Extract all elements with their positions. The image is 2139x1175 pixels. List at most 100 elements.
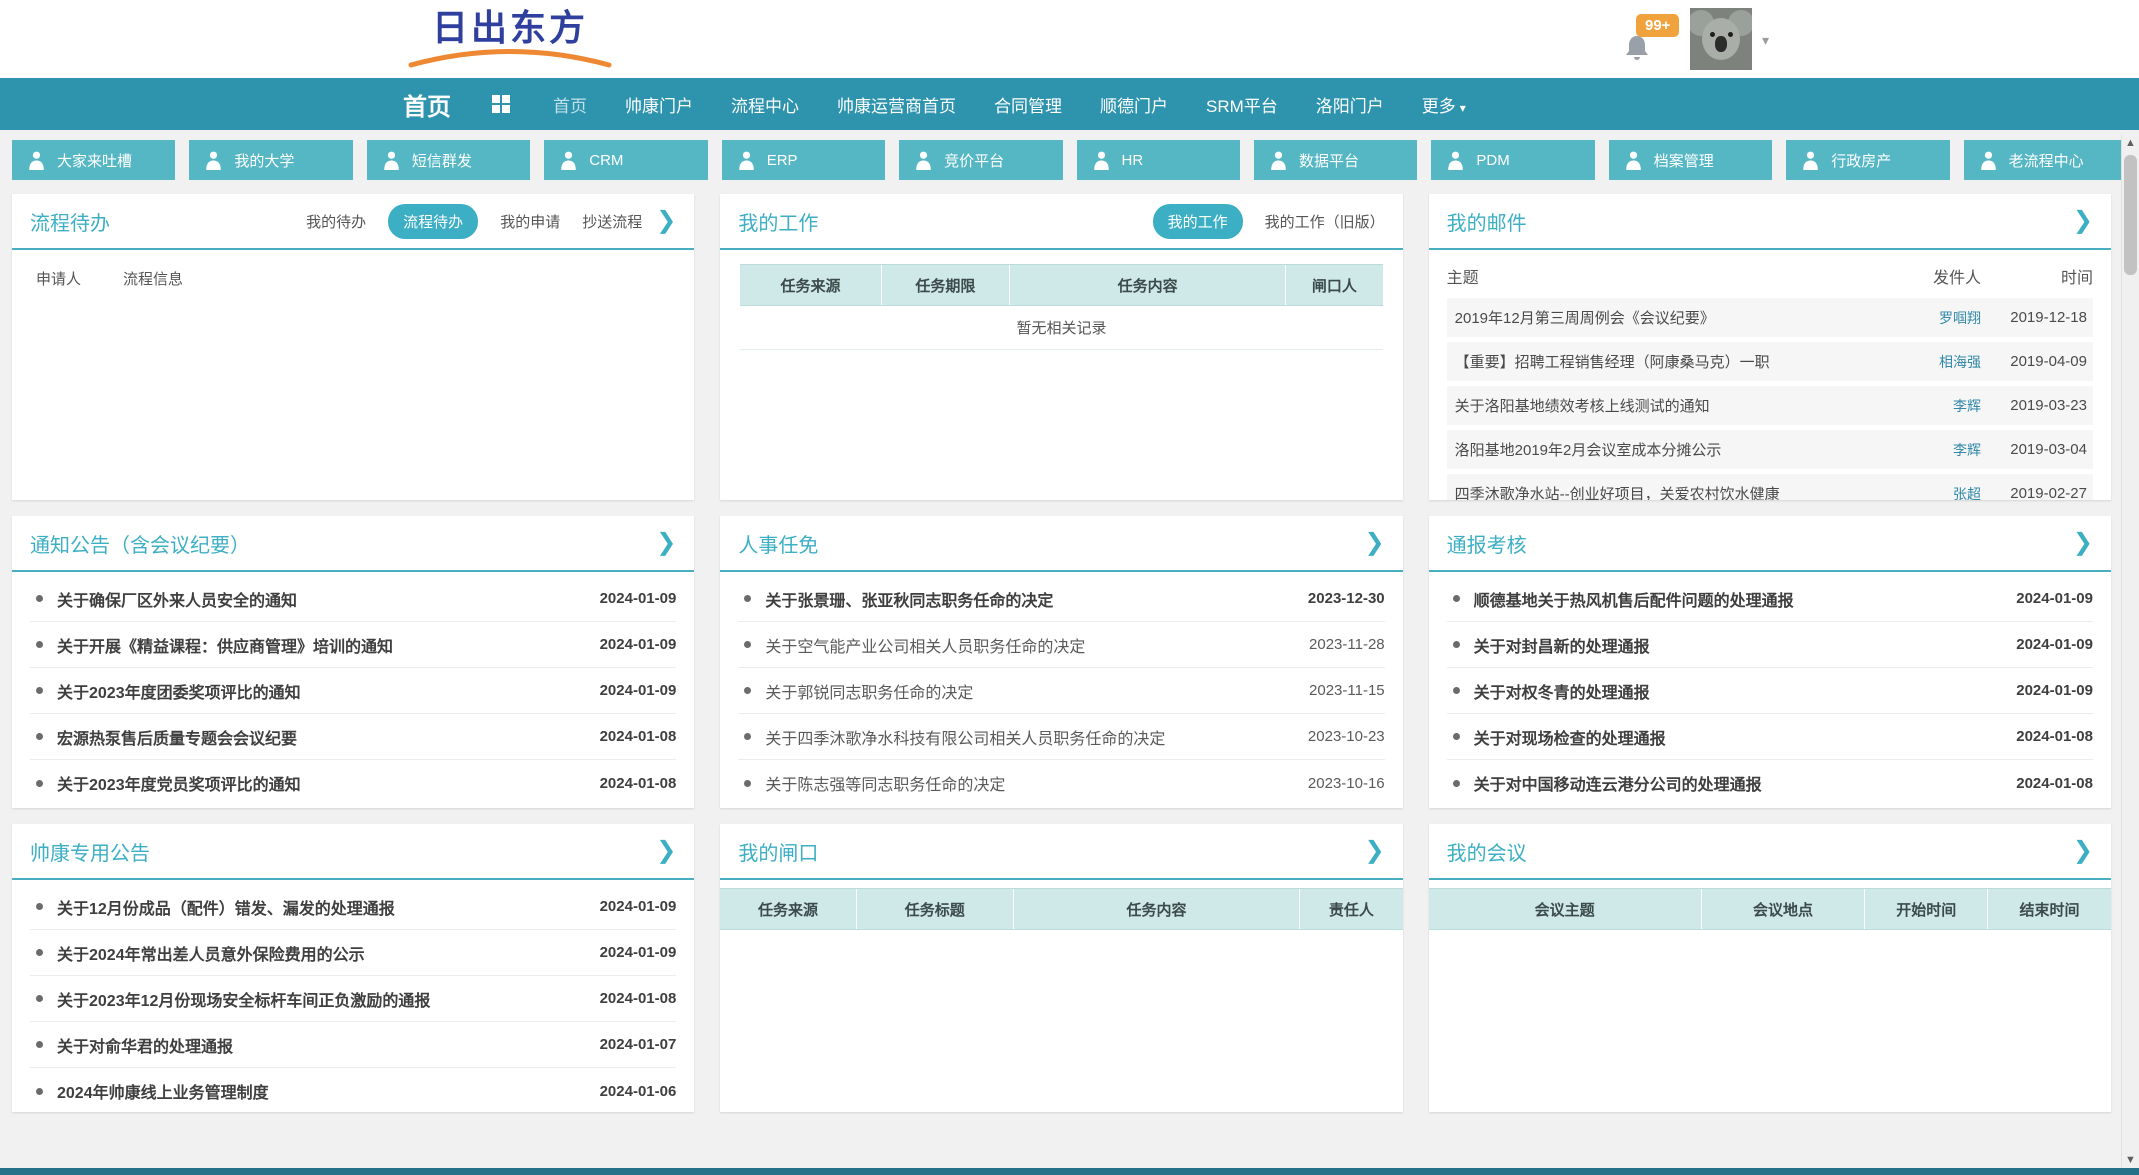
user-avatar[interactable] xyxy=(1690,8,1752,70)
my-gate-table-header: 任务来源任务标题任务内容责任人 xyxy=(720,888,1402,930)
quick-link-CRM[interactable]: CRM xyxy=(544,140,707,180)
quick-link-ERP[interactable]: ERP xyxy=(722,140,885,180)
scroll-down-icon[interactable]: ▼ xyxy=(2122,1154,2139,1166)
quick-link-竞价平台[interactable]: 竞价平台 xyxy=(899,140,1062,180)
navbar-item-流程中心[interactable]: 流程中心 xyxy=(731,92,799,117)
mail-date: 2019-02-27 xyxy=(1981,485,2087,500)
list-item-date: 2024-01-07 xyxy=(600,1036,677,1053)
bullet-icon xyxy=(1453,780,1460,787)
panel-more-chevron-icon[interactable]: ❯ xyxy=(2073,209,2093,233)
bullet-icon xyxy=(36,641,43,648)
quick-link-label: PDM xyxy=(1476,152,1509,169)
quick-link-label: 大家来吐槽 xyxy=(57,150,132,171)
mywork-col-闸口人: 闸口人 xyxy=(1286,265,1382,305)
todo-tab-我的申请[interactable]: 我的申请 xyxy=(500,211,560,232)
quick-link-老流程中心[interactable]: 老流程中心 xyxy=(1964,140,2127,180)
vertical-scrollbar[interactable]: ▲ ▼ xyxy=(2121,135,2139,1168)
user-menu-caret-icon[interactable]: ▾ xyxy=(1762,32,1769,49)
shuaikang-list: 关于12月份成品（配件）错发、漏发的处理通报2024-01-09关于2024年常… xyxy=(12,880,694,1112)
list-item[interactable]: 关于12月份成品（配件）错发、漏发的处理通报2024-01-09 xyxy=(30,884,676,930)
bullet-icon xyxy=(744,780,751,787)
panel-more-chevron-icon[interactable]: ❯ xyxy=(2073,531,2093,555)
list-item[interactable]: 关于2023年度团委奖项评比的通知2024-01-09 xyxy=(30,668,676,714)
my-work-tabs: 我的工作 我的工作（旧版） xyxy=(1153,204,1385,239)
panel-more-chevron-icon[interactable]: ❯ xyxy=(656,531,676,555)
list-item[interactable]: 关于对现场检查的处理通报2024-01-08 xyxy=(1447,714,2093,760)
list-item[interactable]: 宏源热泵售后质量专题会会议纪要2024-01-08 xyxy=(30,714,676,760)
list-item[interactable]: 关于对权冬青的处理通报2024-01-09 xyxy=(1447,668,2093,714)
notification-badge: 99+ xyxy=(1636,14,1679,37)
panel-more-chevron-icon[interactable]: ❯ xyxy=(2073,839,2093,863)
list-item[interactable]: 关于陈志强等同志职务任命的决定2023-10-16 xyxy=(738,760,1384,806)
quick-link-大家来吐槽[interactable]: 大家来吐槽 xyxy=(12,140,175,180)
list-item[interactable]: 关于2024年常出差人员意外保险费用的公示2024-01-09 xyxy=(30,930,676,976)
apps-grid-icon[interactable] xyxy=(491,94,511,114)
list-item[interactable]: 关于四季沐歌净水科技有限公司相关人员职务任命的决定2023-10-23 xyxy=(738,714,1384,760)
list-item-title: 关于确保厂区外来人员安全的通知 xyxy=(57,587,600,611)
mail-row[interactable]: 关于洛阳基地绩效考核上线测试的通知李辉2019-03-23 xyxy=(1447,386,2093,425)
navbar-item-SRM平台[interactable]: SRM平台 xyxy=(1206,92,1278,117)
list-item-title: 关于对俞华君的处理通报 xyxy=(57,1033,600,1057)
panel-process-todo: 流程待办 我的待办流程待办我的申请抄送流程 ❯ 申请人流程信息 xyxy=(12,194,694,500)
panel-title: 人事任免 xyxy=(738,529,818,558)
mail-date: 2019-04-09 xyxy=(1981,353,2087,370)
quick-link-label: 老流程中心 xyxy=(2009,150,2084,171)
company-logo[interactable]: 日出东方 xyxy=(395,8,625,68)
list-item[interactable]: 关于对中国移动连云港分公司的处理通报2024-01-08 xyxy=(1447,760,2093,806)
quick-link-档案管理[interactable]: 档案管理 xyxy=(1609,140,1772,180)
list-item[interactable]: 关于对俞华君的处理通报2024-01-07 xyxy=(30,1022,676,1068)
panel-more-chevron-icon[interactable]: ❯ xyxy=(1365,839,1385,863)
list-item[interactable]: 关于郭锐同志职务任命的决定2023-11-15 xyxy=(738,668,1384,714)
mywork-col-任务内容: 任务内容 xyxy=(1010,265,1286,305)
quick-link-label: 档案管理 xyxy=(1654,150,1714,171)
scrollbar-thumb[interactable] xyxy=(2124,155,2137,275)
bullet-icon xyxy=(1453,687,1460,694)
quick-link-HR[interactable]: HR xyxy=(1077,140,1240,180)
quick-link-我的大学[interactable]: 我的大学 xyxy=(189,140,352,180)
list-item[interactable]: 顺德基地关于热风机售后配件问题的处理通报2024-01-09 xyxy=(1447,576,2093,622)
logo-swoosh xyxy=(405,46,615,68)
scroll-up-icon[interactable]: ▲ xyxy=(2122,137,2139,149)
quick-link-PDM[interactable]: PDM xyxy=(1431,140,1594,180)
panel-more-chevron-icon[interactable]: ❯ xyxy=(656,209,676,233)
bullet-icon xyxy=(36,595,43,602)
quick-link-数据平台[interactable]: 数据平台 xyxy=(1254,140,1417,180)
list-item[interactable]: 关于开展《精益课程：供应商管理》培训的通知2024-01-09 xyxy=(30,622,676,668)
list-item[interactable]: 关于2023年度党员奖项评比的通知2024-01-08 xyxy=(30,760,676,806)
navbar-item-首页[interactable]: 首页 xyxy=(553,92,587,117)
navbar-item-顺德门户[interactable]: 顺德门户 xyxy=(1100,92,1168,117)
navbar-item-帅康门户[interactable]: 帅康门户 xyxy=(625,92,693,117)
navbar-item-合同管理[interactable]: 合同管理 xyxy=(994,92,1062,117)
navbar-item-洛阳门户[interactable]: 洛阳门户 xyxy=(1316,92,1384,117)
mywork-tab-我的工作[interactable]: 我的工作 xyxy=(1153,204,1243,239)
list-item[interactable]: 关于空气能产业公司相关人员职务任命的决定2023-11-28 xyxy=(738,622,1384,668)
mywork-tab-我的工作（旧版）[interactable]: 我的工作（旧版） xyxy=(1265,211,1385,232)
list-item[interactable]: 关于确保厂区外来人员安全的通知2024-01-09 xyxy=(30,576,676,622)
mail-row[interactable]: 洛阳基地2019年2月会议室成本分摊公示李辉2019-03-04 xyxy=(1447,430,2093,469)
quick-link-行政房产[interactable]: 行政房产 xyxy=(1786,140,1949,180)
todo-tab-我的待办[interactable]: 我的待办 xyxy=(306,211,366,232)
mywork-col-任务期限: 任务期限 xyxy=(882,265,1010,305)
navbar-more-menu[interactable]: 更多▾ xyxy=(1422,92,1466,117)
panel-title: 我的闸口 xyxy=(738,837,818,866)
list-item[interactable]: 关于对封昌新的处理通报2024-01-09 xyxy=(1447,622,2093,668)
list-item-title: 关于对中国移动连云港分公司的处理通报 xyxy=(1474,771,2017,795)
quick-link-短信群发[interactable]: 短信群发 xyxy=(367,140,530,180)
mail-row[interactable]: 2019年12月第三周周例会《会议纪要》罗啯翔2019-12-18 xyxy=(1447,298,2093,337)
panel-more-chevron-icon[interactable]: ❯ xyxy=(656,839,676,863)
mail-row[interactable]: 四季沐歌净水站--创业好项目，关爱农村饮水健康张超2019-02-27 xyxy=(1447,474,2093,500)
todo-tab-抄送流程[interactable]: 抄送流程 xyxy=(582,211,642,232)
mail-row[interactable]: 【重要】招聘工程销售经理（阿康桑马克）一职相海强2019-04-09 xyxy=(1447,342,2093,381)
list-item[interactable]: 关于2023年12月份现场安全标杆车间正负激励的通报2024-01-08 xyxy=(30,976,676,1022)
list-item-date: 2024-01-08 xyxy=(600,728,677,745)
panel-title: 流程待办 xyxy=(30,207,110,236)
list-item[interactable]: 关于张景珊、张亚秋同志职务任命的决定2023-12-30 xyxy=(738,576,1384,622)
todo-tab-流程待办[interactable]: 流程待办 xyxy=(388,204,478,239)
navbar-item-帅康运营商首页[interactable]: 帅康运营商首页 xyxy=(837,92,956,117)
panel-more-chevron-icon[interactable]: ❯ xyxy=(1365,531,1385,555)
notification-bell[interactable]: 99+ xyxy=(1618,18,1678,68)
list-item[interactable]: 2024年帅康线上业务管理制度2024-01-06 xyxy=(30,1068,676,1112)
navbar-home-title[interactable]: 首页 xyxy=(403,87,451,122)
list-item-date: 2024-01-08 xyxy=(2016,775,2093,792)
meetings-col-会议地点: 会议地点 xyxy=(1702,889,1866,929)
